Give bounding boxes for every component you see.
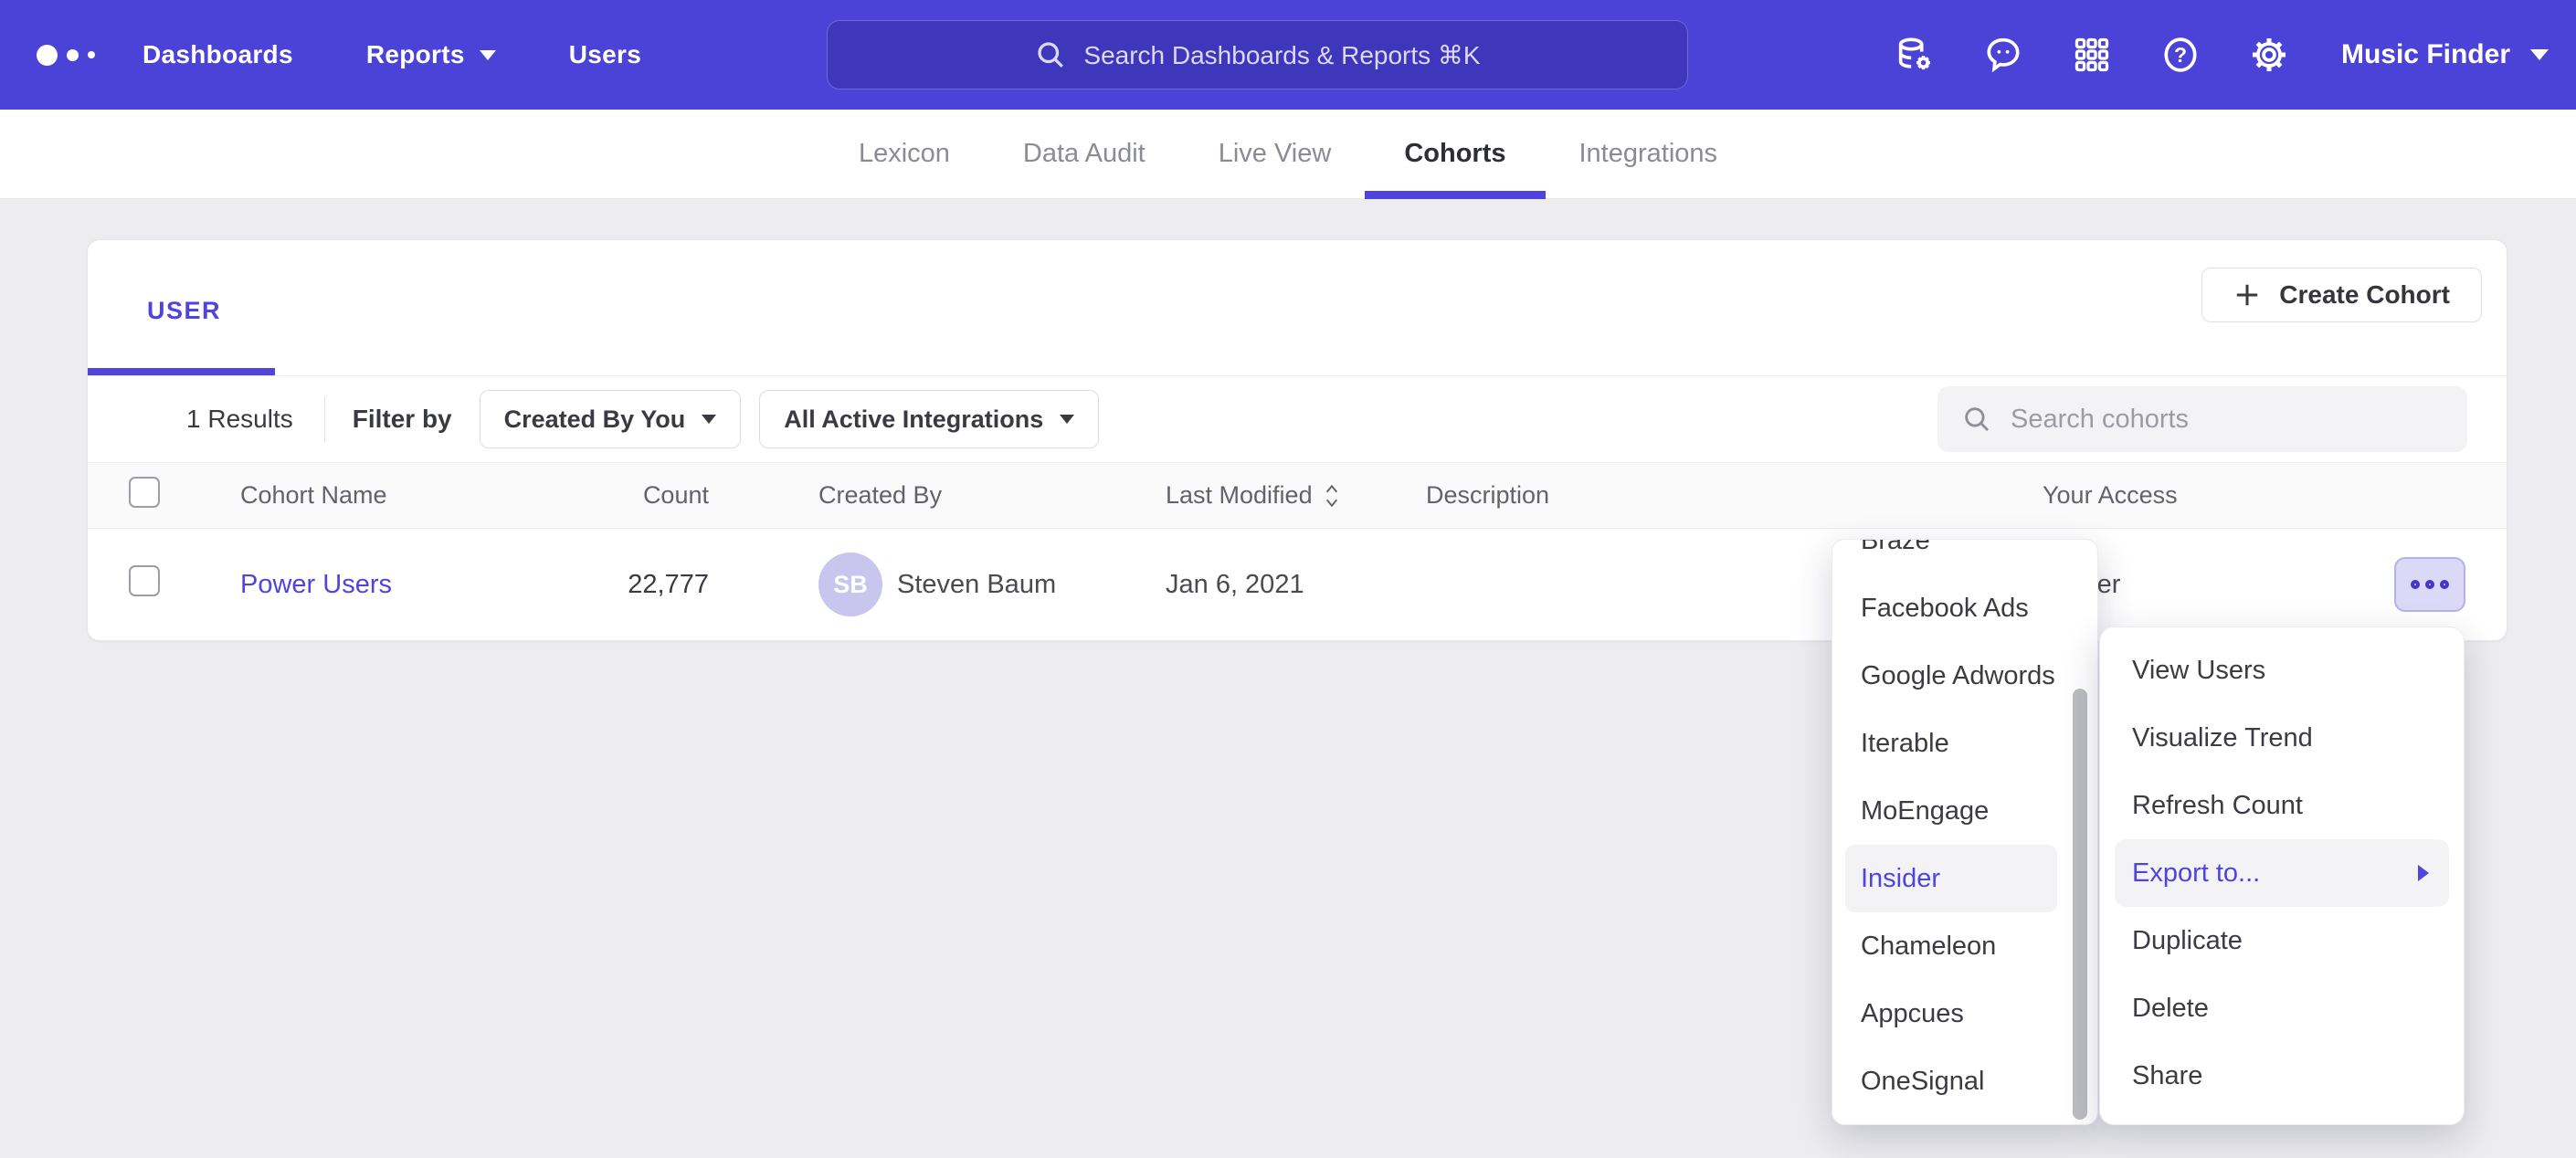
export-option-moengage[interactable]: MoEngage bbox=[1832, 777, 2097, 845]
created-by-filter-value: Created By You bbox=[504, 405, 686, 434]
row-actions-button[interactable] bbox=[2394, 557, 2465, 612]
created-by-filter-dropdown[interactable]: Created By You bbox=[480, 390, 742, 448]
tab-data-audit[interactable]: Data Audit bbox=[1021, 110, 1147, 199]
tab-user-cohorts[interactable]: USER bbox=[147, 297, 221, 325]
table-header: Cohort Name Count Created By Last Modifi… bbox=[88, 462, 2507, 529]
chevron-down-icon bbox=[480, 50, 496, 60]
action-view-users[interactable]: View Users bbox=[2100, 637, 2464, 704]
row-actions-menu: View Users Visualize Trend Refresh Count… bbox=[2099, 626, 2465, 1125]
search-icon bbox=[1034, 38, 1067, 71]
chevron-down-icon bbox=[2530, 49, 2549, 60]
cohort-name-link[interactable]: Power Users bbox=[240, 570, 542, 600]
tab-lexicon[interactable]: Lexicon bbox=[857, 110, 952, 199]
col-count: Count bbox=[542, 481, 709, 510]
col-created-by: Created By bbox=[818, 481, 1166, 510]
chevron-down-icon bbox=[1060, 415, 1074, 424]
create-cohort-label: Create Cohort bbox=[2279, 280, 2450, 310]
data-management-icon[interactable] bbox=[1894, 34, 1936, 76]
apps-grid-icon[interactable] bbox=[2071, 34, 2113, 76]
cohorts-panel: USER Create Cohort 1 Results Filter by C… bbox=[87, 239, 2507, 641]
action-delete[interactable]: Delete bbox=[2100, 974, 2464, 1042]
table-row: Power Users 22,777 SB Steven Baum Jan 6,… bbox=[88, 529, 2507, 640]
action-visualize-trend[interactable]: Visualize Trend bbox=[2100, 704, 2464, 772]
cohort-type-tabs: USER Create Cohort bbox=[88, 240, 2507, 375]
integrations-filter-dropdown[interactable]: All Active Integrations bbox=[759, 390, 1099, 448]
active-tab-underline bbox=[88, 368, 275, 375]
nav-right-cluster: ? Music Finder bbox=[1847, 0, 2549, 110]
logo-dot-medium bbox=[67, 49, 79, 61]
created-by-name: Steven Baum bbox=[897, 570, 1056, 600]
results-count: 1 Results bbox=[186, 405, 293, 434]
action-export-to[interactable]: Export to... bbox=[2115, 839, 2449, 907]
chevron-down-icon bbox=[702, 415, 716, 424]
create-cohort-button[interactable]: Create Cohort bbox=[2201, 268, 2482, 322]
nav-reports[interactable]: Reports bbox=[366, 40, 496, 69]
col-last-modified[interactable]: Last Modified bbox=[1166, 481, 1426, 510]
cohort-search-input[interactable] bbox=[2011, 405, 2431, 435]
export-option-onesignal[interactable]: OneSignal bbox=[1832, 1047, 2097, 1115]
cohort-count: 22,777 bbox=[542, 570, 709, 600]
export-option-facebook-ads[interactable]: Facebook Ads bbox=[1832, 574, 2097, 642]
export-targets-menu: Braze Facebook Ads Google Adwords Iterab… bbox=[1832, 539, 2098, 1125]
dot-icon bbox=[2425, 580, 2434, 589]
tab-live-view[interactable]: Live View bbox=[1217, 110, 1334, 199]
plus-icon bbox=[2233, 281, 2261, 309]
action-refresh-count[interactable]: Refresh Count bbox=[2100, 772, 2464, 839]
help-icon[interactable]: ? bbox=[2159, 34, 2201, 76]
integrations-filter-value: All Active Integrations bbox=[784, 405, 1043, 434]
tab-integrations[interactable]: Integrations bbox=[1578, 110, 1720, 199]
export-option-appcues[interactable]: Appcues bbox=[1832, 980, 2097, 1047]
dot-icon bbox=[2411, 580, 2420, 589]
col-last-modified-label: Last Modified bbox=[1166, 481, 1313, 510]
export-option-braze[interactable]: Braze bbox=[1832, 539, 2097, 574]
mixpanel-logo[interactable] bbox=[37, 45, 95, 66]
settings-gear-icon[interactable] bbox=[2248, 34, 2290, 76]
nav-dashboards[interactable]: Dashboards bbox=[143, 40, 293, 69]
col-your-access: Your Access bbox=[2043, 481, 2394, 510]
avatar: SB bbox=[818, 553, 882, 616]
logo-dot-small bbox=[88, 51, 95, 58]
sort-icon bbox=[1322, 482, 1342, 510]
select-all-checkbox[interactable] bbox=[129, 477, 160, 508]
row-checkbox[interactable] bbox=[129, 565, 160, 596]
search-icon bbox=[1961, 404, 1992, 435]
tab-cohorts[interactable]: Cohorts bbox=[1402, 110, 1507, 199]
export-option-insider[interactable]: Insider bbox=[1845, 845, 2057, 912]
export-option-google-adwords[interactable]: Google Adwords bbox=[1832, 642, 2097, 710]
action-share[interactable]: Share bbox=[2100, 1042, 2464, 1110]
export-option-iterable[interactable]: Iterable bbox=[1832, 710, 2097, 777]
users-subnav: Lexicon Data Audit Live View Cohorts Int… bbox=[0, 110, 2576, 199]
nav-users[interactable]: Users bbox=[569, 40, 641, 69]
top-nav: Dashboards Reports Users Search Dashboar… bbox=[0, 0, 2576, 110]
export-option-chameleon[interactable]: Chameleon bbox=[1832, 912, 2097, 980]
nav-reports-label: Reports bbox=[366, 40, 465, 69]
global-search-placeholder: Search Dashboards & Reports ⌘K bbox=[1083, 40, 1480, 70]
last-modified-value: Jan 6, 2021 bbox=[1166, 570, 1426, 600]
filter-bar: 1 Results Filter by Created By You All A… bbox=[88, 375, 2507, 462]
action-duplicate[interactable]: Duplicate bbox=[2100, 907, 2464, 974]
global-search-input[interactable]: Search Dashboards & Reports ⌘K bbox=[827, 20, 1688, 89]
col-cohort-name: Cohort Name bbox=[240, 481, 542, 510]
action-export-to-label: Export to... bbox=[2132, 858, 2260, 889]
col-description: Description bbox=[1426, 481, 2043, 510]
created-by-cell: SB Steven Baum bbox=[818, 553, 1166, 616]
project-switcher[interactable]: Music Finder bbox=[2341, 39, 2549, 70]
filter-by-label: Filter by bbox=[353, 405, 452, 434]
dot-icon bbox=[2440, 580, 2449, 589]
cohort-search-box[interactable] bbox=[1937, 386, 2467, 452]
divider bbox=[324, 396, 325, 442]
project-name: Music Finder bbox=[2341, 39, 2510, 70]
submenu-arrow-icon bbox=[2418, 865, 2429, 881]
feedback-icon[interactable] bbox=[1982, 34, 2024, 76]
logo-dot-large bbox=[37, 45, 58, 66]
svg-text:?: ? bbox=[2174, 43, 2187, 67]
menu-scrollbar-thumb[interactable] bbox=[2073, 689, 2087, 1120]
